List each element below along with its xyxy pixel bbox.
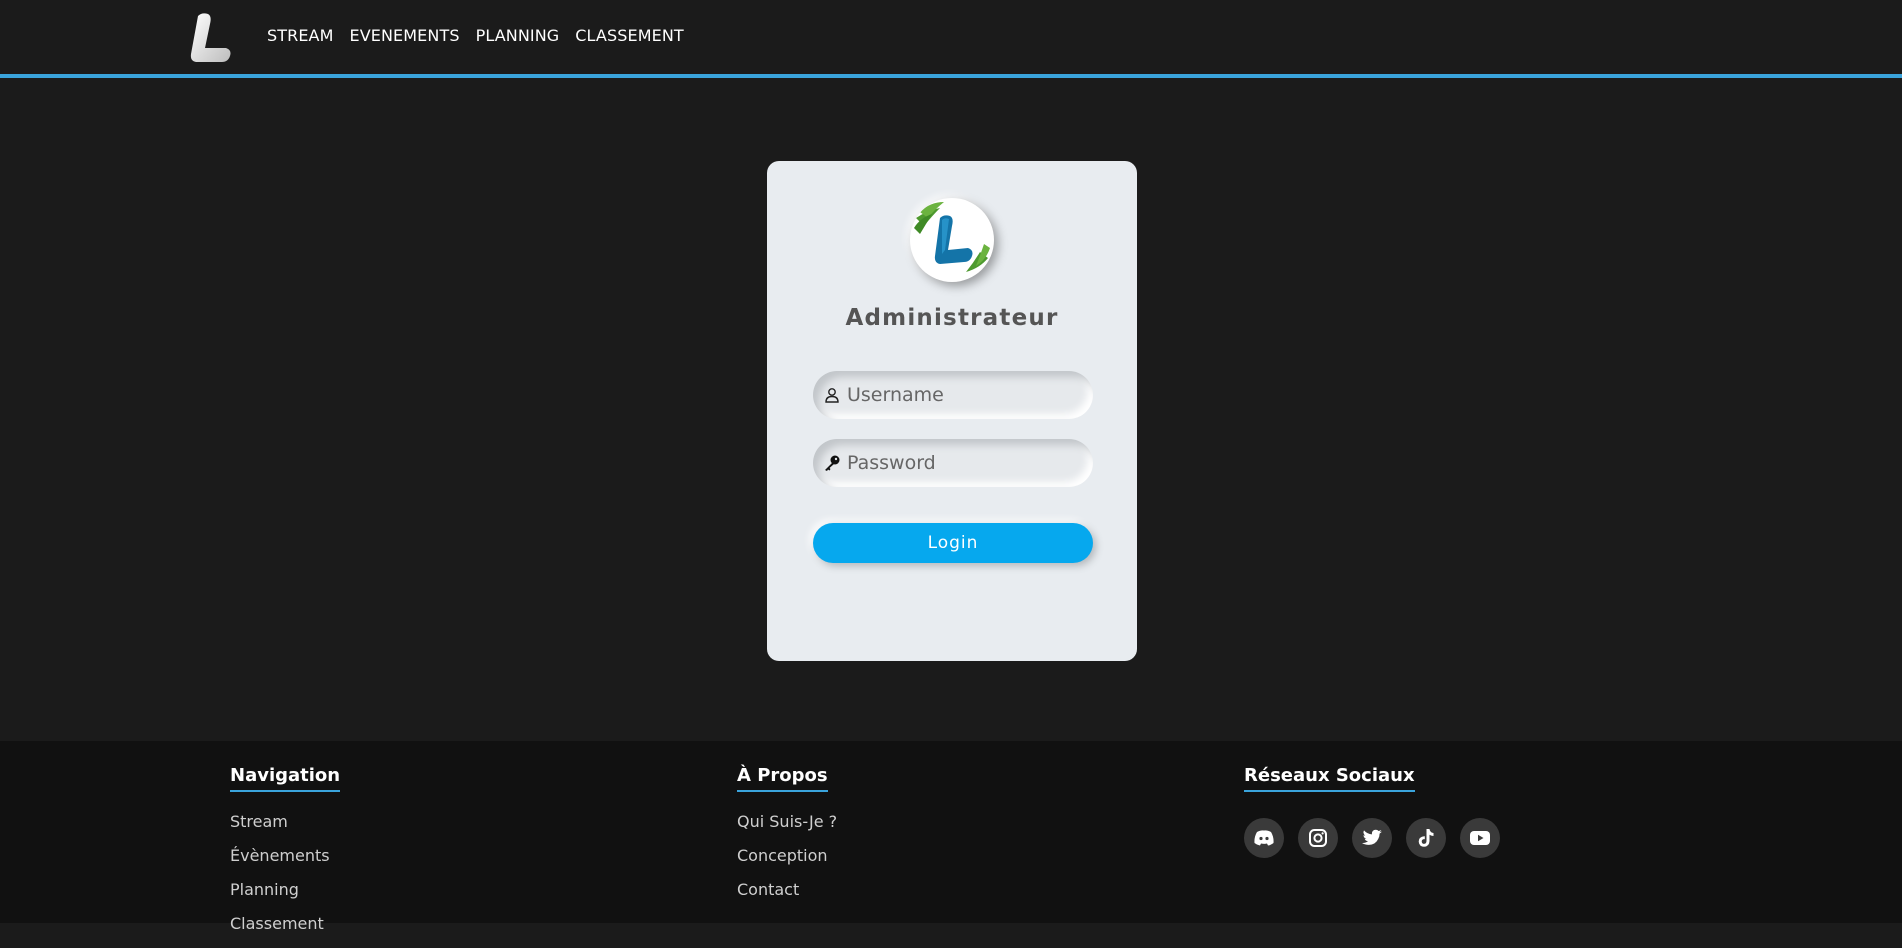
nav-planning[interactable]: PLANNING bbox=[476, 26, 560, 45]
top-navbar: STREAM EVENEMENTS PLANNING CLASSEMENT bbox=[0, 0, 1902, 78]
footer-about-title: À Propos bbox=[737, 765, 828, 792]
instagram-icon[interactable] bbox=[1298, 818, 1338, 858]
footer-social-title: Réseaux Sociaux bbox=[1244, 765, 1415, 792]
nav-classement[interactable]: CLASSEMENT bbox=[575, 26, 683, 45]
password-input[interactable] bbox=[847, 452, 1077, 474]
footer-link-qui-suis-je[interactable]: Qui Suis-Je ? bbox=[737, 812, 837, 846]
key-icon bbox=[823, 454, 841, 472]
footer-link-conception[interactable]: Conception bbox=[737, 846, 837, 880]
nav-evenements[interactable]: EVENEMENTS bbox=[350, 26, 460, 45]
admin-avatar bbox=[910, 198, 994, 282]
footer-link-contact[interactable]: Contact bbox=[737, 880, 837, 914]
user-icon bbox=[823, 386, 841, 404]
username-field[interactable] bbox=[813, 371, 1093, 419]
login-title: Administrateur bbox=[845, 305, 1059, 331]
social-links bbox=[1244, 818, 1500, 858]
footer: Navigation Stream Évènements Planning Cl… bbox=[0, 741, 1902, 933]
footer-link-classement[interactable]: Classement bbox=[230, 914, 340, 948]
login-card: Administrateur Login bbox=[767, 161, 1137, 661]
twitter-icon[interactable] bbox=[1352, 818, 1392, 858]
login-button[interactable]: Login bbox=[813, 523, 1093, 563]
discord-icon[interactable] bbox=[1244, 818, 1284, 858]
site-logo[interactable] bbox=[188, 10, 238, 66]
youtube-icon[interactable] bbox=[1460, 818, 1500, 858]
nav-stream[interactable]: STREAM bbox=[267, 26, 334, 45]
footer-link-planning[interactable]: Planning bbox=[230, 880, 340, 914]
footer-navigation-title: Navigation bbox=[230, 765, 341, 792]
tiktok-icon[interactable] bbox=[1406, 818, 1446, 858]
footer-navigation: Navigation Stream Évènements Planning Cl… bbox=[230, 765, 341, 948]
footer-link-evenements[interactable]: Évènements bbox=[230, 846, 340, 880]
username-input[interactable] bbox=[847, 384, 1077, 406]
footer-link-stream[interactable]: Stream bbox=[230, 812, 340, 846]
main-nav: STREAM EVENEMENTS PLANNING CLASSEMENT bbox=[267, 26, 684, 45]
footer-social: Réseaux Sociaux bbox=[1244, 765, 1500, 858]
password-field[interactable] bbox=[813, 439, 1093, 487]
footer-about: À Propos Qui Suis-Je ? Conception Contac… bbox=[737, 765, 837, 914]
